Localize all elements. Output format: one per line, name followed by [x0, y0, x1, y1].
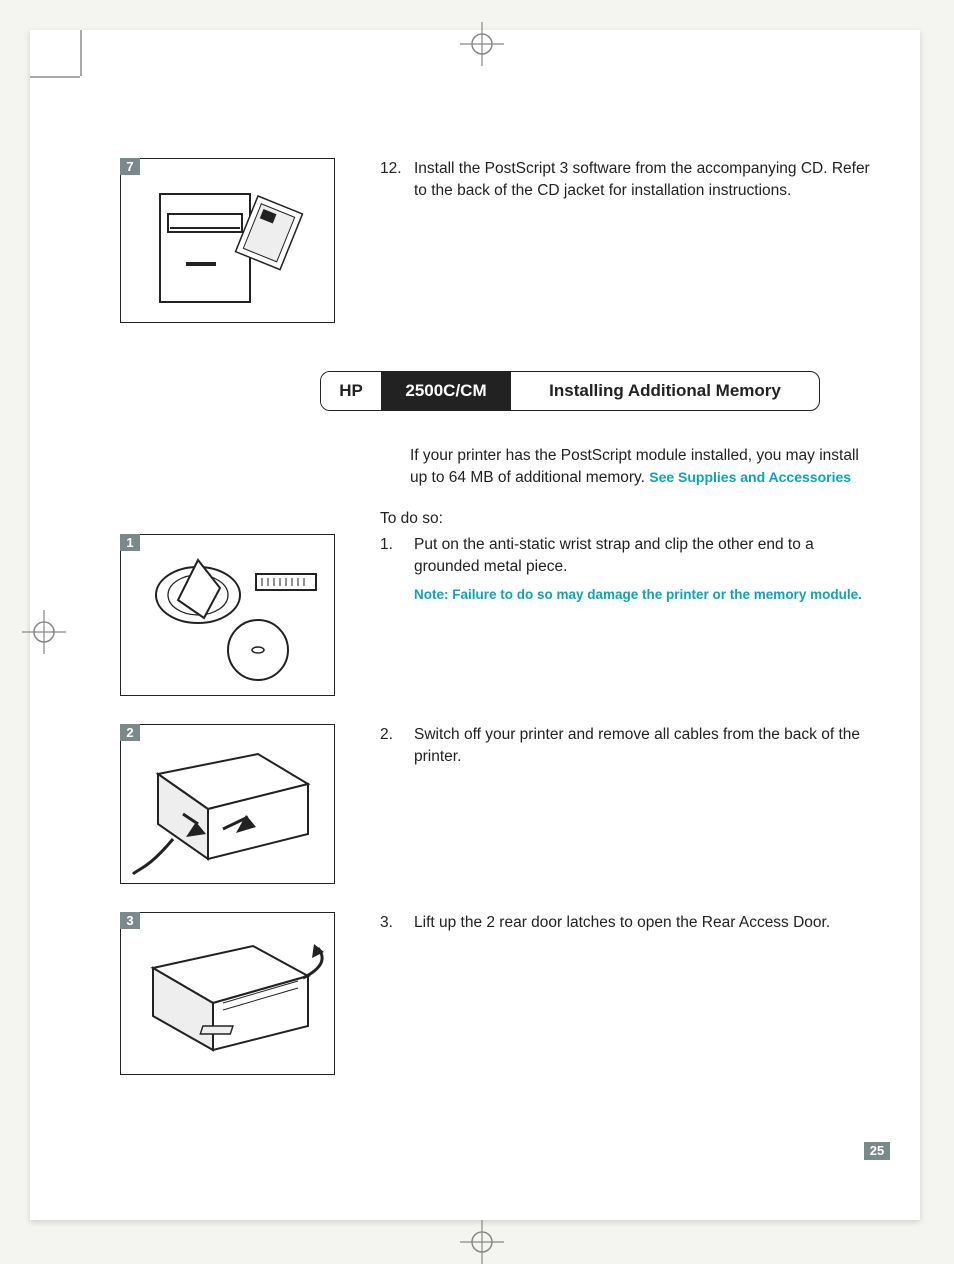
- figure-1-art: [121, 535, 334, 695]
- figure-2-art: [121, 725, 334, 883]
- figure-7-art: [121, 159, 334, 322]
- figure-1: 1: [120, 534, 335, 696]
- intro-paragraph: If your printer has the PostScript modul…: [410, 445, 870, 490]
- step-12-number: 12.: [380, 158, 414, 203]
- figure-3: 3: [120, 912, 335, 1075]
- step-1-note: Note: Failure to do so may damage the pr…: [414, 585, 870, 605]
- figure-2: 2: [120, 724, 335, 884]
- step-1-row: 1 1.: [120, 534, 870, 696]
- crop-mark-h: [30, 76, 80, 78]
- registration-mark-left: [22, 610, 66, 654]
- step-2-number: 2.: [380, 724, 414, 769]
- document-page: 7: [30, 30, 920, 1220]
- crop-mark-v: [80, 30, 82, 76]
- step-1-text: Put on the anti-static wrist strap and c…: [414, 534, 870, 579]
- step-1-number: 1.: [380, 534, 414, 605]
- figure-2-label: 2: [120, 724, 140, 741]
- step-2-text: Switch off your printer and remove all c…: [414, 724, 870, 769]
- step-2: 2. Switch off your printer and remove al…: [380, 724, 870, 769]
- registration-mark-bottom: [460, 1220, 504, 1264]
- to-do-label: To do so:: [380, 510, 870, 528]
- figure-1-label: 1: [120, 534, 140, 551]
- banner-brand: HP: [321, 372, 381, 410]
- registration-mark-top: [460, 22, 504, 66]
- step-3-number: 3.: [380, 912, 414, 934]
- content-area: 7: [120, 158, 870, 1103]
- figure-7-label: 7: [120, 158, 140, 175]
- step-12-row: 7: [120, 158, 870, 323]
- step-3: 3. Lift up the 2 rear door latches to op…: [380, 912, 870, 934]
- step-3-row: 3: [120, 912, 870, 1075]
- banner-title: Installing Additional Memory: [511, 372, 819, 410]
- step-12: 12. Install the PostScript 3 software fr…: [380, 158, 870, 203]
- step-12-text: Install the PostScript 3 software from t…: [414, 158, 870, 203]
- figure-3-art: [121, 913, 334, 1074]
- step-1: 1. Put on the anti-static wrist strap an…: [380, 534, 870, 605]
- figure-7: 7: [120, 158, 335, 323]
- step-3-text: Lift up the 2 rear door latches to open …: [414, 912, 870, 934]
- section-banner: HP 2500C/CM Installing Additional Memory: [320, 371, 820, 411]
- page-number: 25: [864, 1142, 890, 1160]
- banner-model: 2500C/CM: [381, 372, 511, 410]
- intro-link[interactable]: See Supplies and Accessories: [649, 469, 851, 485]
- step-2-row: 2: [120, 724, 870, 884]
- figure-3-label: 3: [120, 912, 140, 929]
